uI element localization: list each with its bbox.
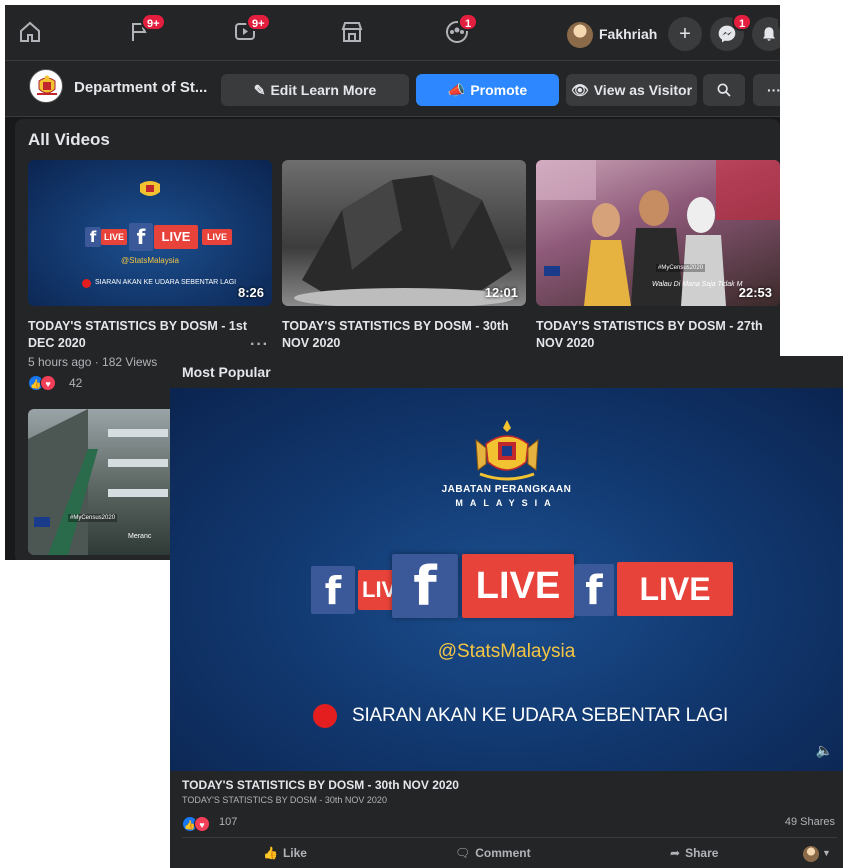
- notifications-bell-icon[interactable]: [752, 13, 780, 51]
- eye-icon: 👁: [570, 82, 589, 98]
- hashtag-text: #MyCensus2020: [656, 264, 706, 272]
- groups-icon[interactable]: 1: [442, 13, 478, 47]
- reaction-icons: 👍 ♥: [182, 815, 210, 833]
- profile-chip[interactable]: Fakhriah: [567, 21, 658, 49]
- facebook-f-logo: f: [311, 566, 355, 614]
- watch-badge: 9+: [246, 13, 271, 31]
- live-tag: LIVE: [101, 229, 127, 245]
- census-logo: [544, 266, 560, 276]
- most-popular-screenshot: Most Popular JABATAN PERANGKAAN MALAYSIA…: [170, 356, 843, 868]
- all-videos-heading: All Videos: [28, 130, 110, 149]
- visitor-button-label: View as Visitor: [593, 82, 693, 98]
- video-thumbnail[interactable]: #MyCensus2020 Walau Di Mana Saja Tidak M…: [536, 160, 780, 306]
- record-dot: [82, 279, 91, 288]
- divider: [182, 837, 837, 838]
- comment-label: Comment: [475, 846, 531, 860]
- avatar: [567, 22, 593, 49]
- thumb-handle: @StatsMalaysia: [121, 256, 179, 265]
- messenger-icon[interactable]: 1: [710, 13, 752, 51]
- pages-flag-icon[interactable]: 9+: [125, 13, 166, 47]
- facebook-f-logo: f: [129, 223, 153, 251]
- most-popular-heading: Most Popular: [182, 364, 271, 380]
- like-label: Like: [282, 846, 307, 860]
- comment-button[interactable]: 🗨 Comment: [455, 846, 531, 860]
- agency-country: MALAYSIA: [455, 498, 558, 508]
- more-options-button[interactable]: ···: [753, 74, 780, 106]
- reaction-count: 42: [69, 376, 83, 390]
- groups-badge: 1: [458, 13, 478, 31]
- census-logo: [34, 517, 50, 527]
- promote-button[interactable]: 📣 Promote: [416, 74, 559, 106]
- megaphone-icon: 📣: [447, 82, 466, 98]
- live-tag: LIVE: [617, 562, 733, 616]
- agency-name: JABATAN PERANGKAAN: [441, 484, 572, 495]
- share-icon: ➦: [670, 846, 681, 860]
- marketplace-icon[interactable]: [337, 17, 367, 47]
- video-title[interactable]: TODAY'S STATISTICS BY DOSM - 30th NOV 20…: [182, 778, 459, 792]
- video-thumbnail[interactable]: f LIVE f LIVE LIVE @StatsMalaysia SIARAN…: [28, 160, 272, 306]
- avatar[interactable]: [803, 846, 819, 862]
- page-logo-crest[interactable]: [29, 69, 63, 103]
- broadcast-soon-text: SIARAN AKAN KE UDARA SEBENTAR LAGI: [352, 705, 729, 726]
- love-reaction-icon: ♥: [194, 815, 210, 832]
- thumb-siaran-text: SIARAN AKAN KE UDARA SEBENTAR LAGI: [95, 279, 237, 286]
- edit-button-label: Edit Learn More: [270, 82, 377, 98]
- facebook-f-logo: f: [392, 554, 458, 618]
- live-tag: LIVE: [358, 570, 394, 610]
- messenger-badge: 1: [732, 13, 752, 31]
- video-duration: 8:26: [237, 285, 264, 300]
- chevron-down-icon[interactable]: ▼: [822, 848, 831, 858]
- hashtag-text: #MyCensus2020: [68, 514, 118, 522]
- live-tag: LIVE: [462, 554, 574, 618]
- page-header-bar: Department of St... ✎ Edit Learn More 📣 Pr…: [5, 61, 780, 117]
- promote-button-label: Promote: [470, 82, 528, 98]
- thumbs-up-icon: 👍: [263, 846, 278, 860]
- notification-badge: [778, 13, 780, 31]
- search-icon: [717, 83, 731, 97]
- video-duration: 22:53: [738, 285, 772, 300]
- agency-crest-logo: [475, 420, 539, 481]
- pages-badge: 9+: [141, 13, 166, 31]
- love-reaction-icon: ♥: [40, 374, 56, 391]
- top-navigation-bar: 9+ 9+ 1 Fakhriah + 1: [5, 5, 780, 61]
- comment-icon: 🗨: [455, 846, 471, 860]
- edit-learn-more-button[interactable]: ✎ Edit Learn More: [221, 74, 409, 106]
- video-duration: 12:01: [484, 285, 518, 300]
- video-options-button[interactable]: ···: [250, 336, 269, 354]
- video-title[interactable]: TODAY'S STATISTICS BY DOSM - 30th NOV 20…: [282, 318, 522, 352]
- thumb-caption: Meranc: [128, 533, 152, 540]
- video-meta: 5 hours ago · 182 Views: [28, 355, 158, 369]
- volume-icon[interactable]: 🔈: [816, 742, 833, 759]
- page-title[interactable]: Department of St...: [74, 79, 207, 96]
- video-player[interactable]: JABATAN PERANGKAAN MALAYSIA f LIVE f LIV…: [170, 388, 843, 771]
- stats-handle: @StatsMalaysia: [437, 641, 576, 662]
- like-button[interactable]: 👍 Like: [263, 846, 307, 860]
- record-dot: [313, 704, 337, 728]
- share-label: Share: [685, 846, 719, 860]
- thumb-caption: Walau Di Mana Saja Tidak M: [652, 281, 743, 288]
- live-tag: LIVE: [154, 225, 198, 249]
- search-button[interactable]: [703, 74, 745, 106]
- pencil-icon: ✎: [253, 82, 266, 98]
- mall-interior-image: [28, 409, 168, 555]
- video-thumbnail[interactable]: #MyCensus2020 Meranc: [28, 409, 178, 555]
- view-as-visitor-button[interactable]: 👁 View as Visitor: [566, 74, 697, 106]
- video-title[interactable]: TODAY'S STATISTICS BY DOSM - 1st DEC 202…: [28, 318, 268, 352]
- video-title[interactable]: TODAY'S STATISTICS BY DOSM - 27th NOV 20…: [536, 318, 776, 352]
- live-tag: LIVE: [202, 229, 232, 245]
- video-subtitle: TODAY'S STATISTICS BY DOSM - 30th NOV 20…: [182, 795, 387, 805]
- home-icon[interactable]: [15, 17, 45, 47]
- watch-icon[interactable]: 9+: [230, 13, 271, 47]
- reaction-count[interactable]: 107: [219, 816, 237, 828]
- share-button[interactable]: ➦ Share: [670, 846, 718, 860]
- video-thumbnail[interactable]: 12:01: [282, 160, 526, 306]
- agency-crest-logo: [140, 181, 160, 196]
- reaction-icons: 👍 ♥: [28, 374, 56, 392]
- share-count[interactable]: 49 Shares: [785, 816, 835, 828]
- facebook-f-logo: f: [85, 227, 101, 247]
- profile-name: Fakhriah: [599, 26, 658, 42]
- create-plus-button[interactable]: +: [668, 17, 702, 51]
- facebook-f-logo: f: [574, 564, 614, 616]
